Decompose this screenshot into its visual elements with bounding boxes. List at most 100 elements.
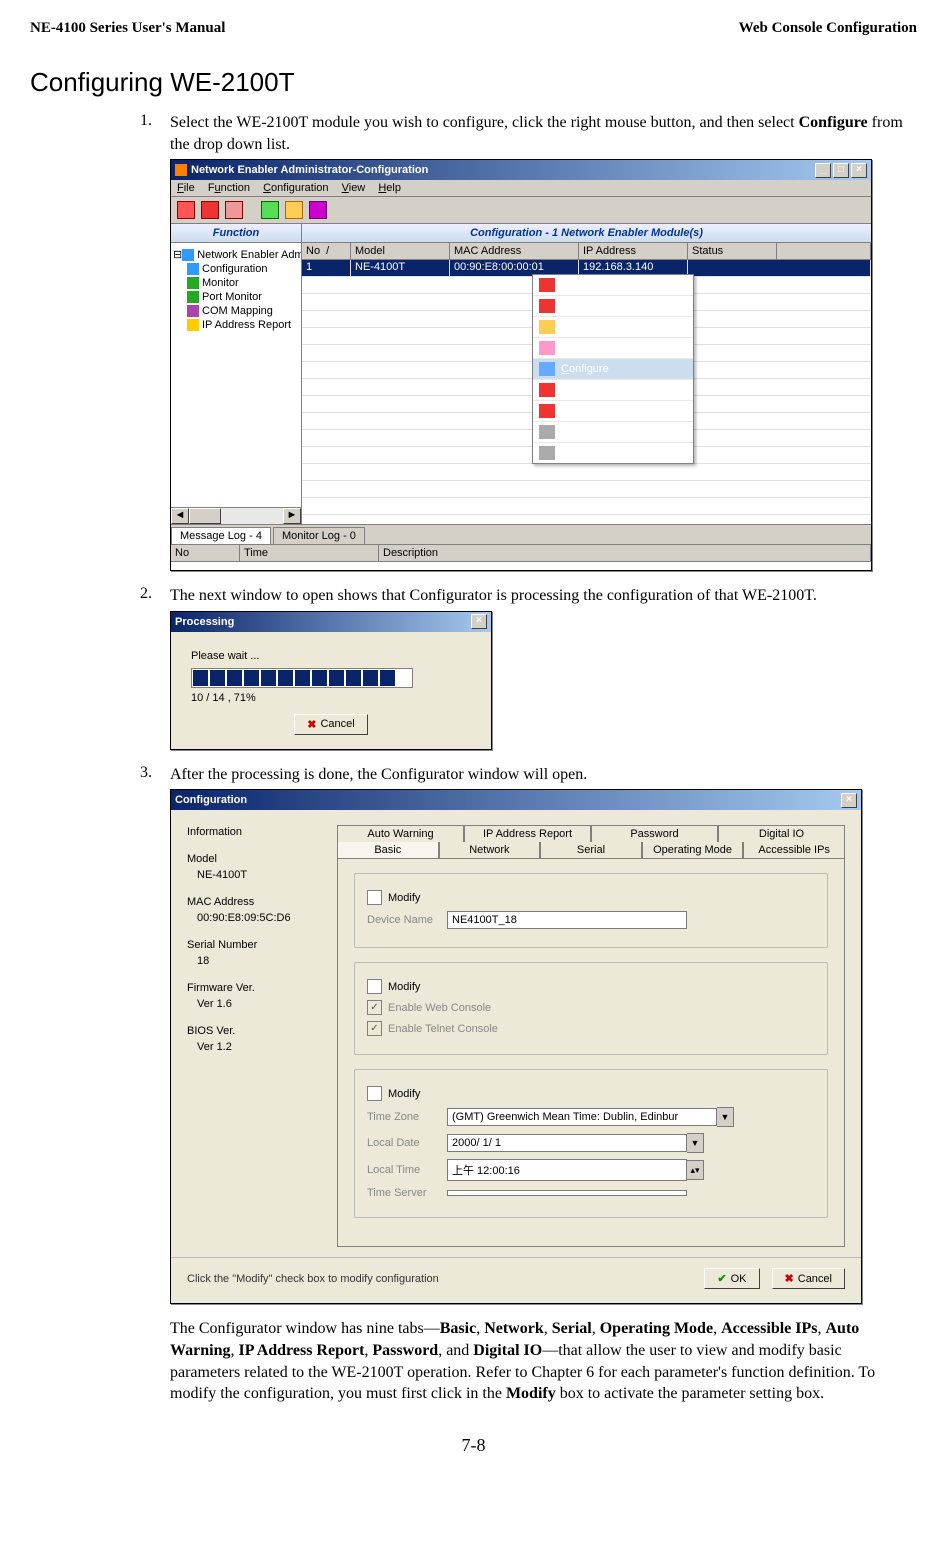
toolbar-icon-5[interactable] bbox=[285, 201, 303, 219]
configure-icon bbox=[539, 362, 555, 376]
port-monitor-icon bbox=[187, 291, 199, 303]
step-text: Select the WE-2100T module you wish to c… bbox=[170, 112, 907, 155]
tab-basic[interactable]: Basic bbox=[337, 841, 439, 858]
left-pane: Function ⊟ Network Enabler Admin Configu… bbox=[171, 224, 302, 524]
log-col-no[interactable]: No bbox=[171, 545, 240, 561]
step-number: 3. bbox=[140, 764, 170, 782]
menu-view[interactable]: View bbox=[342, 182, 366, 194]
tree-item-configuration[interactable]: Configuration bbox=[173, 262, 299, 276]
tab-operating-mode[interactable]: Operating Mode bbox=[642, 841, 744, 858]
tab-password[interactable]: Password bbox=[591, 825, 718, 842]
grid-row-selected[interactable]: 1 NE-4100T 00:90:E8:00:00:01 192.168.3.1… bbox=[302, 260, 871, 277]
time-server-label: Time Server bbox=[367, 1187, 447, 1199]
right-pane: Configuration - 1 Network Enabler Module… bbox=[302, 224, 871, 524]
modify-checkbox-2[interactable] bbox=[367, 979, 382, 994]
device-name-input[interactable]: NE4100T_18 bbox=[447, 911, 687, 929]
maximize-button[interactable]: □ bbox=[833, 163, 849, 178]
minimize-button[interactable]: _ bbox=[815, 163, 831, 178]
export-icon bbox=[539, 404, 555, 418]
info-serial-label: Serial Number bbox=[187, 937, 337, 954]
scroll-left-button[interactable]: ◄ bbox=[171, 508, 189, 524]
log-col-time[interactable]: Time bbox=[240, 545, 379, 561]
toolbar-icon-2[interactable] bbox=[201, 201, 219, 219]
tree-item-com-mapping[interactable]: COM Mapping bbox=[173, 304, 299, 318]
menu-file[interactable]: FFileile bbox=[177, 182, 195, 194]
toolbar-icon-1[interactable] bbox=[177, 201, 195, 219]
time-spinner-button[interactable]: ▴▾ bbox=[687, 1160, 704, 1180]
close-button[interactable]: × bbox=[851, 163, 867, 178]
timezone-dropdown-button[interactable]: ▼ bbox=[717, 1107, 734, 1127]
group-time: Modify Time Zone (GMT) Greenwich Mean Ti… bbox=[354, 1069, 828, 1218]
ctx-specify-ip[interactable]: Specify by IP Address bbox=[533, 296, 693, 317]
app-icon bbox=[175, 164, 187, 176]
info-serial-value: 18 bbox=[187, 953, 337, 970]
info-mac-label: MAC Address bbox=[187, 894, 337, 911]
col-no[interactable]: No / bbox=[302, 243, 351, 259]
step-number: 1. bbox=[140, 112, 170, 130]
log-col-desc[interactable]: Description bbox=[379, 545, 871, 561]
ctx-export-config[interactable]: Export Configuration bbox=[533, 401, 693, 422]
grid-header: No / Model MAC Address IP Address Status bbox=[302, 243, 871, 260]
menu-configuration[interactable]: Configuration bbox=[263, 182, 328, 194]
close-button[interactable]: × bbox=[471, 614, 487, 629]
time-server-input[interactable] bbox=[447, 1190, 687, 1196]
close-button[interactable]: × bbox=[841, 793, 857, 808]
folder-icon bbox=[182, 249, 194, 261]
modify-label: Modify bbox=[388, 981, 420, 993]
col-model[interactable]: Model bbox=[351, 243, 450, 259]
enable-telnet-checkbox[interactable]: ✓ bbox=[367, 1021, 382, 1036]
menubar: FFileile Function Configuration View Hel… bbox=[171, 180, 871, 197]
col-status[interactable]: Status bbox=[688, 243, 777, 259]
tab-network[interactable]: Network bbox=[439, 841, 541, 858]
menu-help[interactable]: Help bbox=[378, 182, 401, 194]
tree-item-port-monitor[interactable]: Port Monitor bbox=[173, 290, 299, 304]
footer-hint: Click the "Modify" check box to modify c… bbox=[187, 1273, 704, 1285]
step-1: 1. Select the WE-2100T module you wish t… bbox=[140, 112, 907, 155]
col-ip[interactable]: IP Address bbox=[579, 243, 688, 259]
step1-text-a: Select the WE-2100T module you wish to c… bbox=[170, 114, 799, 131]
tab-serial[interactable]: Serial bbox=[540, 841, 642, 858]
info-mac-value: 00:90:E8:09:5C:D6 bbox=[187, 910, 337, 927]
ctx-import-config[interactable]: Import Configuration bbox=[533, 422, 693, 443]
tab-accessible-ips[interactable]: Accessible IPs bbox=[743, 841, 845, 858]
ctx-configure[interactable]: Configure bbox=[533, 359, 693, 380]
toolbar-icon-6[interactable] bbox=[309, 201, 327, 219]
ctx-upgrade-firmware[interactable]: Upgrade Firmware bbox=[533, 380, 693, 401]
tab-digital-io[interactable]: Digital IO bbox=[718, 825, 845, 842]
tab-auto-warning[interactable]: Auto Warning bbox=[337, 825, 464, 842]
toolbar-icon-4[interactable] bbox=[261, 201, 279, 219]
modify-checkbox-1[interactable] bbox=[367, 890, 382, 905]
timezone-select[interactable]: (GMT) Greenwich Mean Time: Dublin, Edinb… bbox=[447, 1108, 717, 1126]
local-date-input[interactable]: 2000/ 1/ 1 bbox=[447, 1134, 687, 1152]
menu-function[interactable]: Function bbox=[208, 182, 250, 194]
tab-message-log[interactable]: Message Log - 4 bbox=[171, 527, 271, 544]
tree-scrollbar[interactable]: ◄ ► bbox=[171, 507, 301, 524]
info-bios-value: Ver 1.2 bbox=[187, 1039, 337, 1056]
ctx-broadcast-search[interactable]: Broadcast Search bbox=[533, 275, 693, 296]
locate-icon bbox=[539, 320, 555, 334]
date-dropdown-button[interactable]: ▼ bbox=[687, 1133, 704, 1153]
ctx-assign-ip[interactable]: Assign IP Address bbox=[533, 443, 693, 463]
scroll-thumb[interactable] bbox=[189, 508, 221, 524]
import-icon bbox=[539, 425, 555, 439]
cancel-label: Cancel bbox=[798, 1273, 832, 1285]
ctx-unlock[interactable]: Unlock bbox=[533, 338, 693, 359]
tree-item-ip-report[interactable]: IP Address Report bbox=[173, 318, 299, 332]
scroll-right-button[interactable]: ► bbox=[283, 508, 301, 524]
enable-web-checkbox[interactable]: ✓ bbox=[367, 1000, 382, 1015]
cancel-button[interactable]: ✖ Cancel bbox=[294, 714, 367, 735]
tab-ip-address-report[interactable]: IP Address Report bbox=[464, 825, 591, 842]
toolbar-icon-3[interactable] bbox=[225, 201, 243, 219]
col-mac[interactable]: MAC Address bbox=[450, 243, 579, 259]
local-time-input[interactable]: 上午 12:00:16 bbox=[447, 1159, 687, 1181]
info-model-value: NE-4100T bbox=[187, 867, 337, 884]
modify-checkbox-3[interactable] bbox=[367, 1086, 382, 1101]
ctx-locate[interactable]: Locate bbox=[533, 317, 693, 338]
cancel-button[interactable]: ✖ Cancel bbox=[772, 1268, 845, 1289]
processing-titlebar: Processing × bbox=[171, 612, 491, 632]
tab-monitor-log[interactable]: Monitor Log - 0 bbox=[273, 527, 365, 544]
config-footer: Click the "Modify" check box to modify c… bbox=[171, 1257, 861, 1303]
ok-button[interactable]: ✔ OK bbox=[704, 1268, 759, 1289]
tree-item-monitor[interactable]: Monitor bbox=[173, 276, 299, 290]
tree-root[interactable]: ⊟ Network Enabler Admin bbox=[173, 247, 299, 262]
